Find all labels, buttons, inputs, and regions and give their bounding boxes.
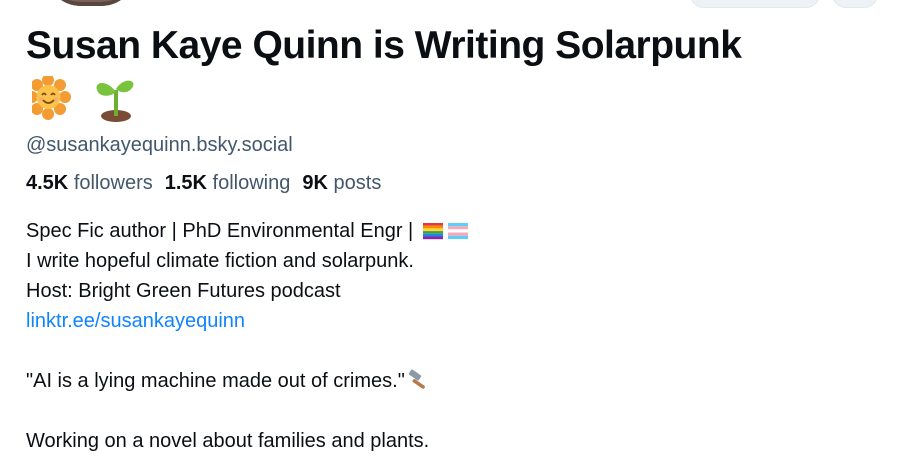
- transgender-flag-emoji: [447, 223, 469, 239]
- profile-handle: @susankayequinn.bsky.social: [26, 134, 293, 156]
- posts-label: posts: [333, 172, 382, 194]
- sun-flower-emoji: [32, 76, 71, 120]
- following-count: 1.5K: [164, 172, 207, 194]
- following-label: following: [212, 172, 291, 194]
- followers-stat[interactable]: 4.5K followers: [26, 172, 153, 195]
- posts-count: 9K: [302, 172, 328, 194]
- bio-link-line: linktr.ee/susankayequinn: [26, 306, 469, 336]
- bio-text-climate: I write hopeful climate fiction and sola…: [26, 250, 414, 272]
- bio-quote-line: "AI is a lying machine made out of crime…: [26, 366, 469, 396]
- follow-button[interactable]: [690, 0, 820, 8]
- pride-flags-icon: [422, 223, 469, 240]
- followers-count: 4.5K: [26, 172, 69, 194]
- bio-quote: "AI is a lying machine made out of crime…: [26, 370, 405, 392]
- display-name-emojis: [32, 76, 152, 122]
- followers-label: followers: [73, 172, 153, 194]
- avatar[interactable]: [45, 0, 137, 6]
- more-options-button[interactable]: [832, 0, 878, 8]
- posts-stat: 9K posts: [302, 172, 381, 195]
- seedling-emoji: [96, 80, 134, 122]
- bio-text-novel: Working on a novel about families and pl…: [26, 430, 430, 452]
- linktree-link[interactable]: linktr.ee/susankayequinn: [26, 310, 245, 332]
- display-name: Susan Kaye Quinn is Writing Solarpunk: [26, 24, 742, 67]
- bio-line: Spec Fic author | PhD Environmental Engr…: [26, 216, 469, 246]
- hammer-icon: [408, 369, 425, 389]
- profile-header: Susan Kaye Quinn is Writing Solarpunk @s…: [0, 0, 900, 459]
- profile-bio: Spec Fic author | PhD Environmental Engr…: [26, 216, 469, 456]
- bio-text-podcast: Host: Bright Green Futures podcast: [26, 280, 341, 302]
- profile-stats: 4.5K followers 1.5K following 9K posts: [26, 172, 381, 195]
- rainbow-pride-flag-emoji: [422, 223, 443, 240]
- following-stat[interactable]: 1.5K following: [165, 172, 291, 195]
- bio-text-author: Spec Fic author | PhD Environmental Engr…: [26, 220, 419, 242]
